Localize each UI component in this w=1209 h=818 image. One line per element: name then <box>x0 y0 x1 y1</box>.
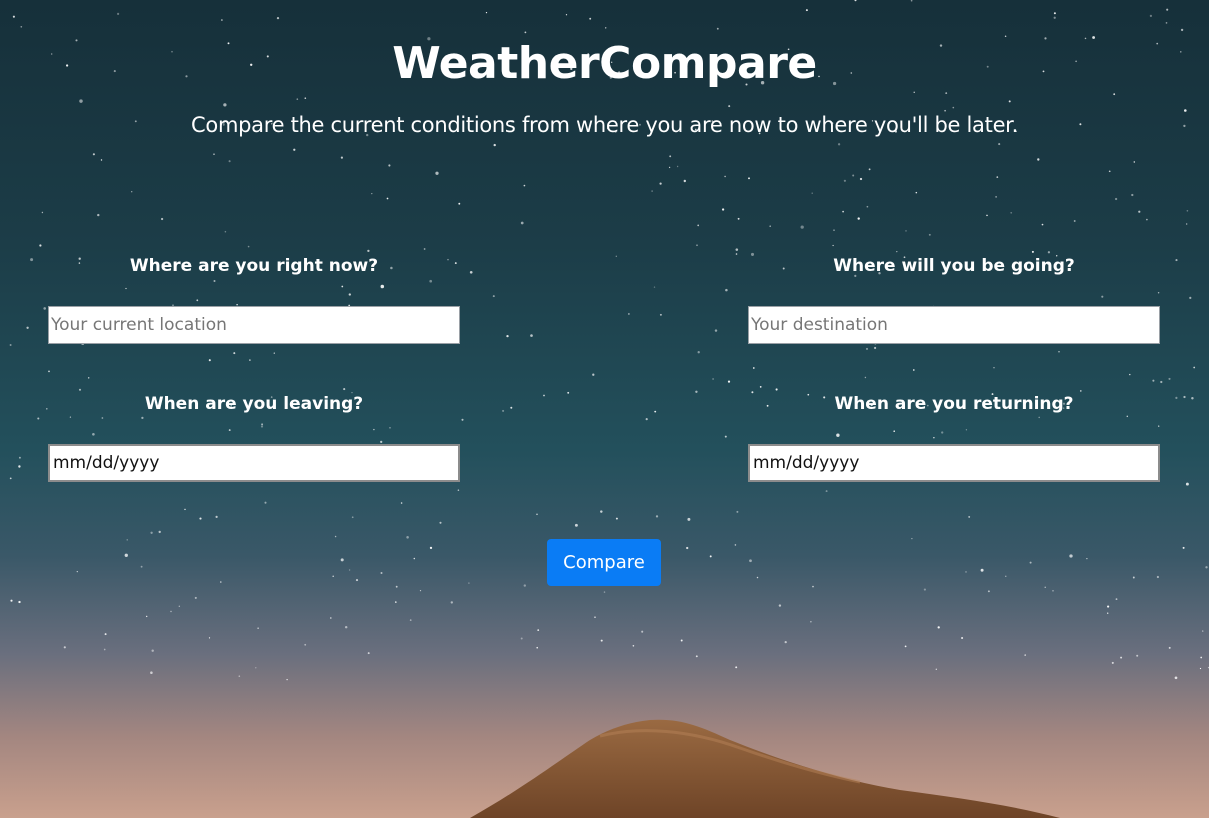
destination-location-input[interactable] <box>748 306 1160 344</box>
return-label: When are you returning? <box>834 394 1074 414</box>
origin-location-input[interactable] <box>48 306 460 344</box>
compare-button[interactable]: Compare <box>547 539 661 586</box>
departure-label: When are you leaving? <box>144 394 364 414</box>
origin-label: Where are you right now? <box>129 256 379 276</box>
return-date-input[interactable] <box>748 444 1160 482</box>
app-subtitle: Compare the current conditions from wher… <box>191 113 1018 137</box>
app-title: WeatherCompare <box>392 38 817 89</box>
destination-label: Where will you be going? <box>833 256 1075 276</box>
departure-date-input[interactable] <box>48 444 460 482</box>
